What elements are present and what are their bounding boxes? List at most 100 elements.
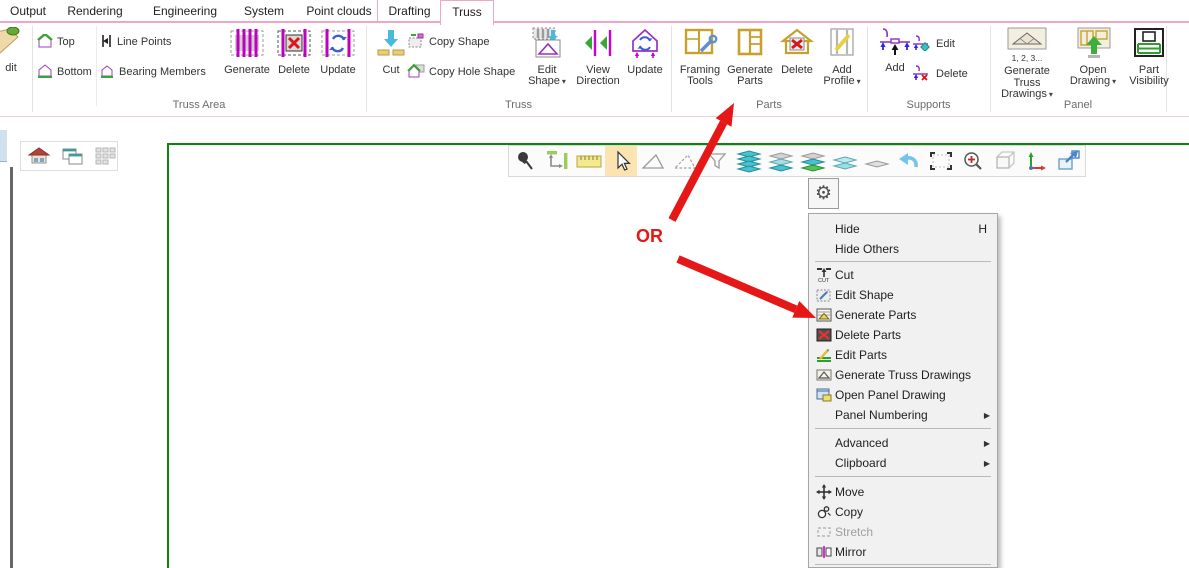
svg-text:CUT: CUT [818, 278, 830, 283]
truss-area-update-button[interactable]: Update [316, 27, 360, 76]
framing-tools-button[interactable]: Framing Tools [675, 27, 725, 88]
update-stripes-icon [320, 27, 356, 63]
delete-parts-icon [813, 327, 835, 343]
zoom-in-icon[interactable] [957, 146, 989, 176]
truss-update-label: Update [627, 65, 662, 77]
supports-edit-button[interactable]: Edit [912, 35, 955, 53]
truss-area-delete-button[interactable]: Delete [271, 27, 317, 76]
supports-add-button[interactable]: Add [877, 27, 913, 74]
menu-item-open-panel-drawing[interactable]: Open Panel Drawing [809, 385, 997, 405]
box-3d-icon[interactable] [989, 146, 1021, 176]
axes-icon[interactable] [1021, 146, 1053, 176]
generate-parts-ribbon-label: Generate Parts [723, 65, 777, 88]
group-label-truss-area: Truss Area [32, 99, 366, 111]
gear-icon: ⚙ [815, 184, 832, 203]
open-drawing-icon [1071, 27, 1115, 63]
menu-item-clipboard[interactable]: Clipboard ▶ [809, 453, 997, 473]
zoom-window-icon[interactable] [925, 146, 957, 176]
tab-drafting[interactable]: Drafting [377, 0, 442, 22]
line-points-button[interactable]: Line Points [99, 33, 171, 51]
copy-shape-button[interactable]: Copy Shape [407, 33, 490, 51]
menu-item-delete-parts[interactable]: Delete Parts [809, 325, 997, 345]
tab-point-clouds[interactable]: Point clouds [302, 0, 376, 22]
truss-numbers-caption: 1, 2, 3... [1012, 53, 1043, 65]
part-visibility-button[interactable]: Part Visibility [1123, 27, 1175, 88]
filter-icon[interactable] [701, 146, 733, 176]
tab-rendering[interactable]: Rendering [64, 0, 126, 22]
edit-parts-icon [813, 347, 835, 363]
open-drawing-button[interactable]: Open Drawing▾ [1063, 27, 1123, 88]
copy-hole-shape-label: Copy Hole Shape [429, 66, 515, 78]
menu-item-hide-others[interactable]: Hide Others [809, 239, 997, 259]
truss-area-generate-button[interactable]: Generate [222, 27, 272, 76]
dimension-tool-icon[interactable] [541, 146, 573, 176]
group-label-parts: Parts [671, 99, 867, 111]
generate-truss-drawings-button[interactable]: 1, 2, 3... Generate Truss Drawings▾ [996, 27, 1058, 101]
edit-shape-ribbon-icon [529, 27, 565, 63]
gear-button[interactable]: ⚙ [808, 178, 839, 209]
submenu-arrow-icon: ▶ [984, 411, 990, 420]
layer-single-icon[interactable] [861, 146, 893, 176]
ruler-icon[interactable] [573, 146, 605, 176]
truss-area-bottom-button[interactable]: Bottom [37, 63, 92, 81]
view-direction-icon [582, 27, 614, 63]
menu-item-cut[interactable]: CUT Cut [809, 265, 997, 285]
tab-engineering[interactable]: Engineering [148, 0, 222, 22]
menu-item-generate-parts[interactable]: Generate Parts [809, 305, 997, 325]
open-drawing-label: Open Drawing▾ [1063, 65, 1123, 88]
house-bottom-icon [37, 64, 53, 81]
dashed-triangle-tool-icon[interactable] [669, 146, 701, 176]
drawing-area-border [167, 143, 1189, 568]
edge-edit-label: dit [5, 63, 17, 75]
copy-shape-label: Copy Shape [429, 36, 490, 48]
select-arrow-tool-icon[interactable] [605, 146, 637, 176]
truss-area-delete-label: Delete [278, 65, 310, 77]
dropdown-arrow-icon: ▾ [1112, 77, 1116, 86]
copy-hole-shape-button[interactable]: Copy Hole Shape [407, 63, 515, 81]
tab-system[interactable]: System [240, 0, 288, 22]
layers-pair-icon[interactable] [829, 146, 861, 176]
generate-parts-button[interactable]: Generate Parts [723, 27, 777, 88]
hand-icon [0, 27, 24, 61]
edit-shape-button[interactable]: Edit Shape▾ [520, 27, 574, 88]
canvas-toolbar [508, 145, 1086, 177]
windows-view-icon[interactable] [60, 141, 85, 171]
pin-icon[interactable] [509, 146, 541, 176]
layers-upper-icon[interactable] [765, 146, 797, 176]
part-visibility-icon [1131, 27, 1167, 63]
truss-area-bottom-label: Bottom [57, 66, 92, 78]
menu-item-edit-shape[interactable]: Edit Shape [809, 285, 997, 305]
menu-item-generate-truss-drawings[interactable]: Generate Truss Drawings [809, 365, 997, 385]
supports-delete-button[interactable]: Delete [912, 65, 968, 83]
triangle-tool-icon[interactable] [637, 146, 669, 176]
layers-all-icon[interactable] [733, 146, 765, 176]
truss-cut-button[interactable]: Cut [371, 27, 411, 76]
menu-item-copy[interactable]: Copy [809, 502, 997, 522]
menu-item-edit-parts[interactable]: Edit Parts [809, 345, 997, 365]
truss-update-button[interactable]: Update [622, 27, 668, 76]
edit-shape-ribbon-label: Edit Shape▾ [520, 65, 574, 88]
menu-item-mirror[interactable]: Mirror [809, 542, 997, 562]
menu-item-advanced[interactable]: Advanced ▶ [809, 433, 997, 453]
truss-area-top-button[interactable]: Top [37, 33, 75, 51]
edge-edit-button[interactable]: dit [0, 27, 28, 74]
parts-delete-button[interactable]: Delete [775, 27, 819, 76]
menu-item-hide[interactable]: Hide H [809, 219, 997, 239]
view-direction-button[interactable]: View Direction [571, 27, 625, 88]
open-view-icon[interactable] [1053, 146, 1085, 176]
home-view-icon[interactable] [27, 141, 52, 171]
undo-icon[interactable] [893, 146, 925, 176]
menu-item-panel-numbering[interactable]: Panel Numbering ▶ [809, 405, 997, 425]
add-profile-button[interactable]: Add Profile▾ [817, 27, 867, 88]
bearing-members-button[interactable]: Bearing Members [99, 63, 206, 81]
stretch-icon [813, 524, 835, 540]
supports-add-label: Add [885, 63, 905, 75]
tab-output[interactable]: Output [6, 0, 50, 22]
menu-item-move[interactable]: Move [809, 482, 997, 502]
grid-view-icon[interactable] [92, 141, 117, 171]
tab-truss[interactable]: Truss [440, 0, 494, 25]
menu-item-stretch: Stretch [809, 522, 997, 542]
layers-lower-icon[interactable] [797, 146, 829, 176]
menu-separator [815, 476, 991, 477]
submenu-arrow-icon: ▶ [984, 439, 990, 448]
